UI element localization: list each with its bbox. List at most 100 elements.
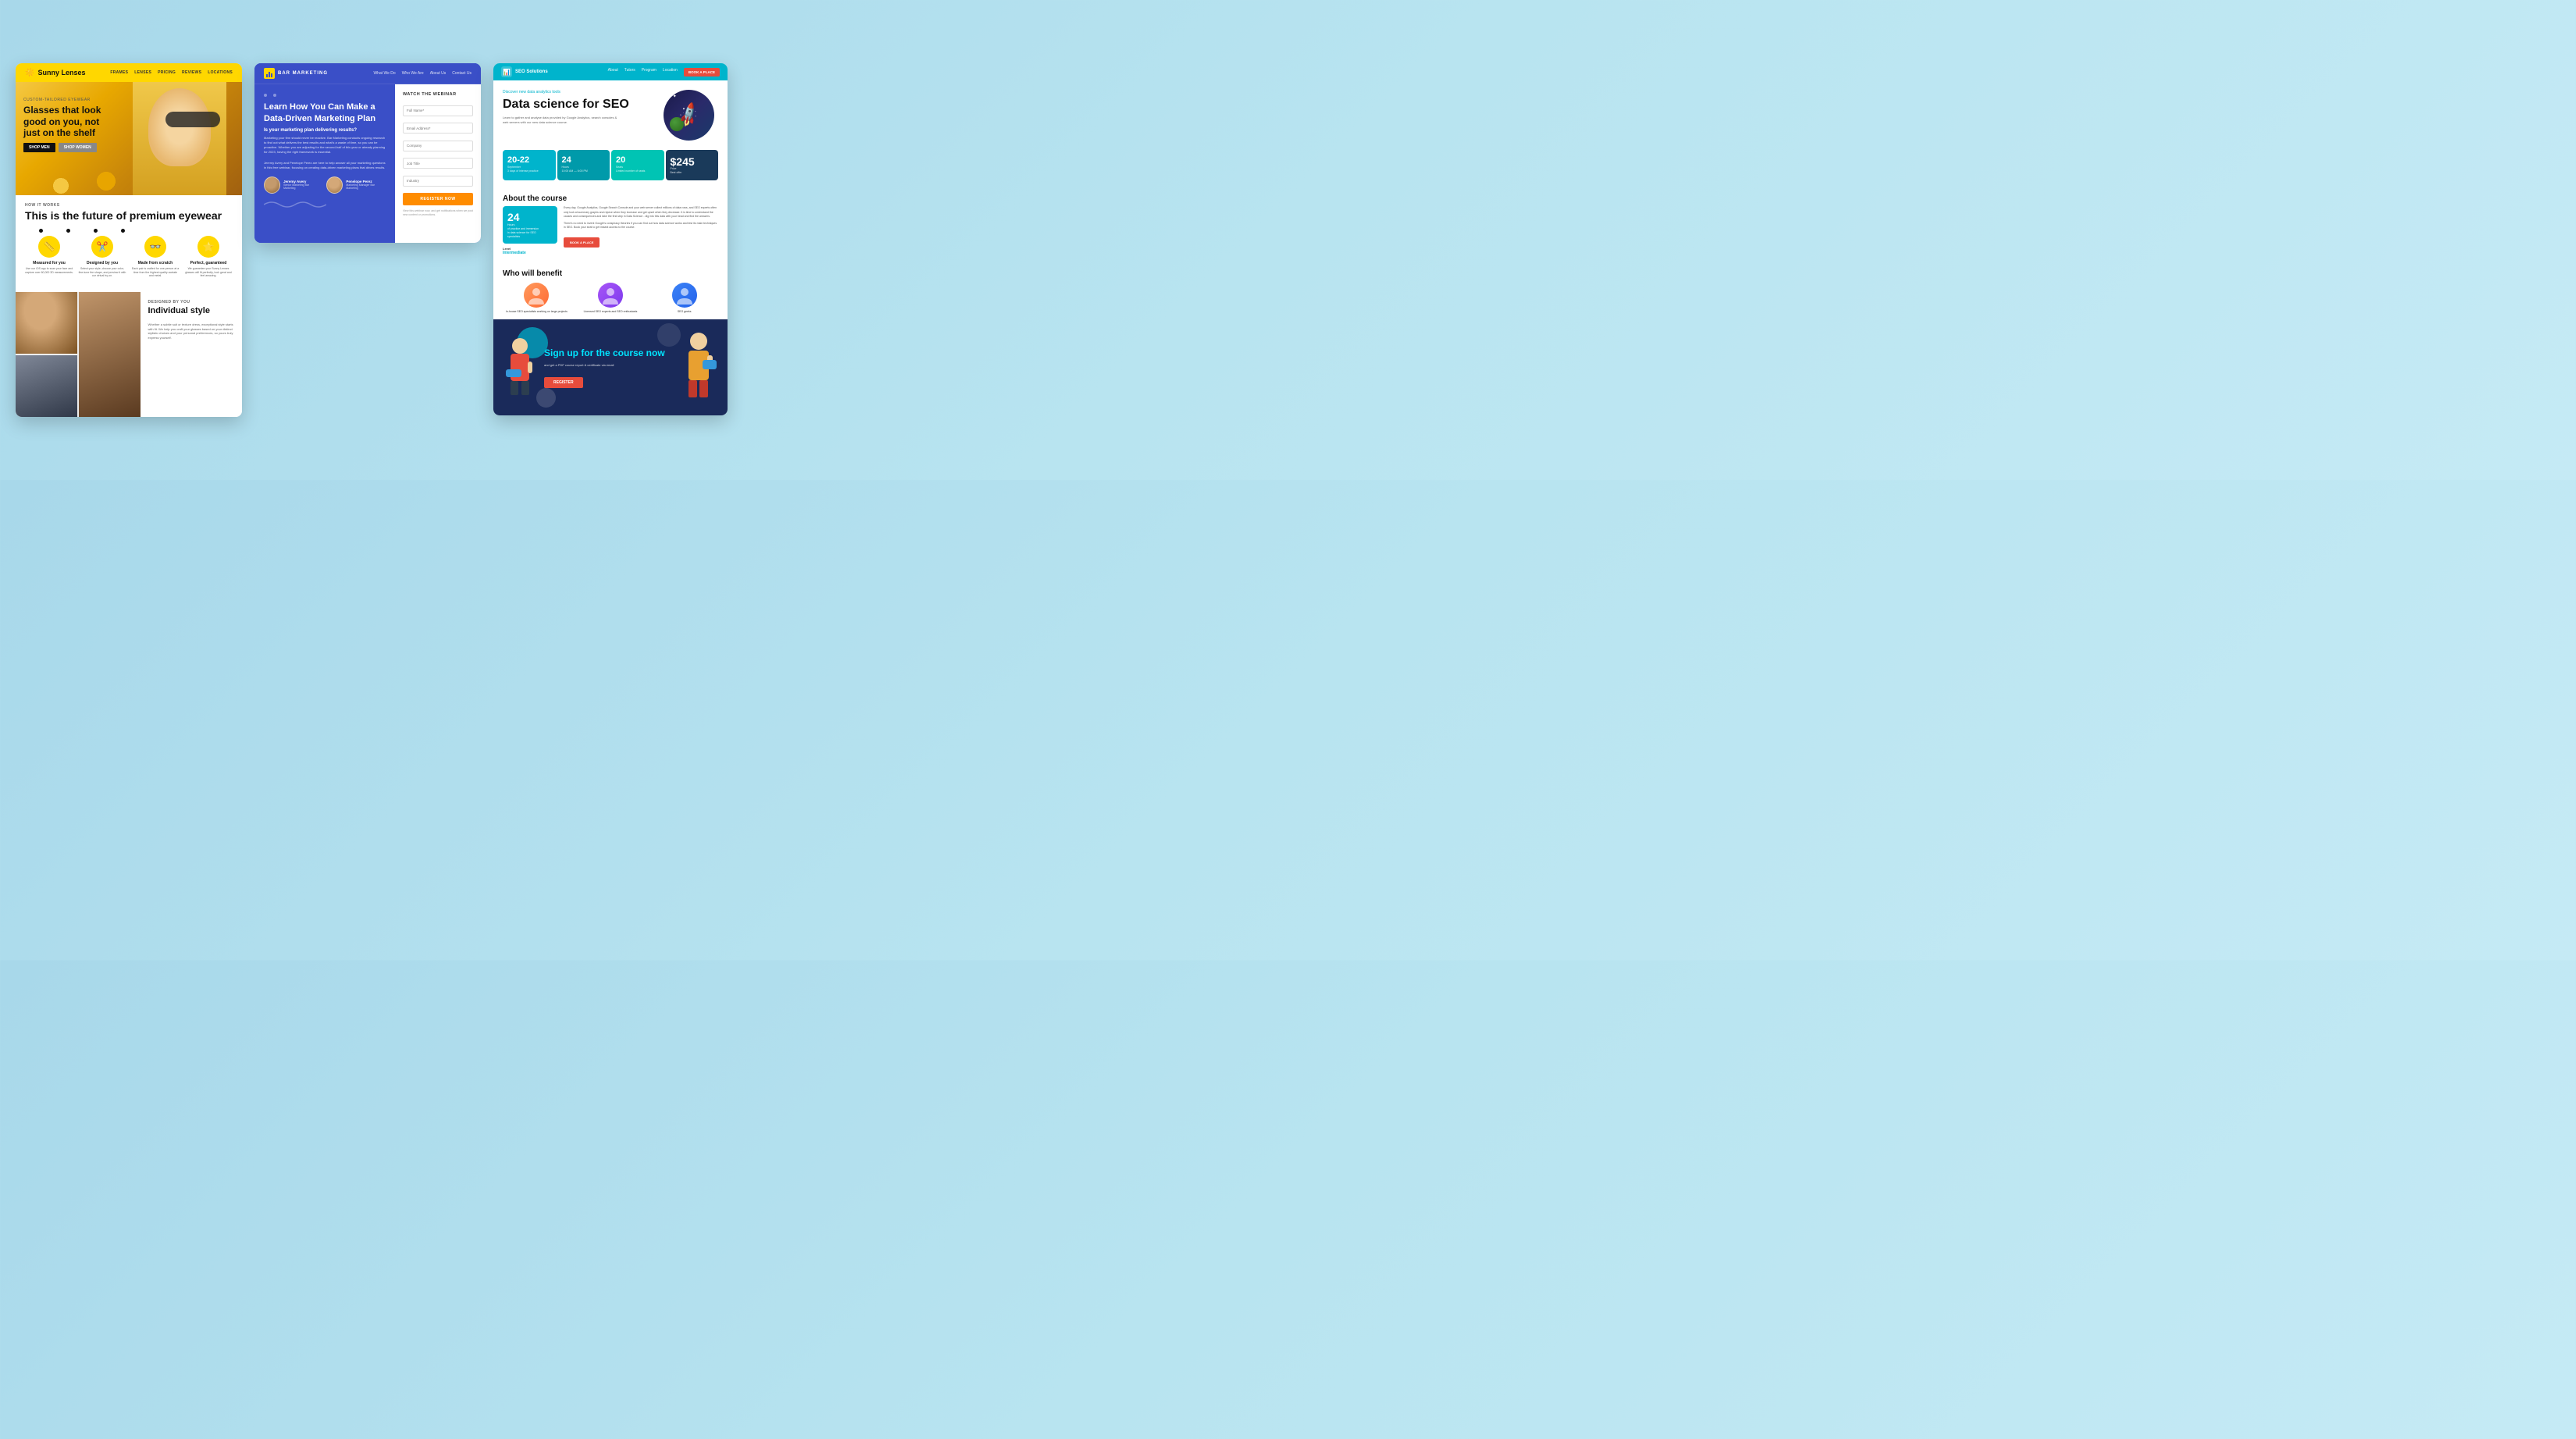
bm-nav-about[interactable]: About Us [430, 71, 447, 76]
sl-hero-text: CUSTOM-TAILORED EYEWEAR Glasses that loo… [23, 98, 117, 152]
benefit-item-2: Licensed SEO experts and SEO enthusiasts [577, 283, 645, 314]
sl-photo-grid [16, 292, 141, 417]
email-input[interactable] [403, 123, 473, 134]
sl-hero-subtitle: CUSTOM-TAILORED EYEWEAR [23, 98, 117, 102]
seo-hours-num: 24 [507, 211, 553, 223]
seo-navbar: 📊 SEO Solutions About Tutors Program Loc… [493, 63, 728, 80]
photo-1 [16, 292, 77, 354]
shop-women-button[interactable]: SHOP WOMEN [59, 143, 97, 152]
guaranteed-icon: ⭐ [197, 236, 219, 258]
sl-hero: CUSTOM-TAILORED EYEWEAR Glasses that loo… [16, 82, 242, 195]
seo-hero: Discover new data analytics tools Data s… [493, 80, 728, 150]
bm-nav-contact[interactable]: Contact Us [452, 71, 471, 76]
seo-about-left: 24 Hoursof practice and immersionin data… [503, 206, 557, 255]
sl-logo: ☀️ Sunny Lenses [25, 69, 85, 77]
seo-about-course: About the course 24 Hoursof practice and… [493, 187, 728, 263]
register-now-button[interactable]: REGISTER NOW [403, 193, 473, 205]
benefit-label-2: Licensed SEO experts and SEO enthusiasts [577, 310, 645, 314]
bm-logo-icon [264, 68, 275, 79]
seo-logo-icon: 📊 [501, 66, 512, 77]
bm-dots-decoration [264, 94, 386, 97]
scratch-icon: 👓 [144, 236, 166, 258]
bm-title: Learn How You Can Make a Data-Driven Mar… [264, 102, 386, 124]
bm-wave-decoration [264, 198, 386, 214]
seo-hero-right: 🚀 ✦ ✦ [664, 90, 718, 141]
signup-circle-2 [536, 388, 556, 408]
seo-benefit-items: In-house SEO specialists working on larg… [503, 283, 718, 314]
sl-nav-locations[interactable]: LOCATIONS [208, 70, 233, 75]
seo-who-benefits: Who will benefit In-house SEO specialist… [493, 263, 728, 320]
presenter1-title: Senior Marketing Bar Marketing [283, 183, 320, 190]
sl-nav-links: FRAMES LENSES PRICING REVIEWS LOCATIONS [110, 70, 233, 75]
sl-navbar: ☀️ Sunny Lenses FRAMES LENSES PRICING RE… [16, 63, 242, 82]
feature-designed-title: Designed by you [78, 261, 126, 265]
bm-presenter-2: Penelope Perez Marketing Manager Bar Mar… [326, 176, 386, 194]
measured-icon: 📏 [38, 236, 60, 258]
fullname-input[interactable] [403, 105, 473, 116]
bm-nav-who[interactable]: Who We Are [402, 71, 424, 76]
sl-hero-buttons: SHOP MEN SHOP WOMEN [23, 143, 117, 152]
sl-nav-reviews[interactable]: REVIEWS [182, 70, 201, 75]
dot-3 [94, 229, 98, 233]
seo-level-value: Intermediate [503, 251, 557, 255]
seo-book-a-place-nav-button[interactable]: BOOK A PLACE [684, 68, 720, 77]
dot-4 [121, 229, 125, 233]
sl-how-it-works: HOW IT WORKS This is the future of premi… [16, 195, 242, 291]
sl-how-title: This is the future of premium eyewear [25, 209, 233, 223]
bm-presenter-1: Jeremy Avery Senior Marketing Bar Market… [264, 176, 320, 194]
feature-measured: 📏 Measured for you Use our iOS app to sc… [25, 236, 73, 278]
sl-features: 📏 Measured for you Use our iOS app to sc… [25, 236, 233, 278]
shop-men-button[interactable]: SHOP MEN [23, 143, 55, 152]
feature-designed: ✂️ Designed by you Select your style, ch… [78, 236, 126, 278]
benefit-icon-geeks [672, 283, 697, 308]
seo-signup-desc: and get a PDF course report & certificat… [544, 363, 673, 367]
signup-person-left [503, 334, 538, 401]
feature-guaranteed-title: Perfect, guaranteed [184, 261, 233, 265]
seo-hours-label: Hoursof practice and immersionin data sc… [507, 223, 553, 239]
bm-form: WATCH THE WEBINAR REGISTER NOW View this… [395, 84, 481, 242]
seo-benefit-title: Who will benefit [503, 269, 718, 278]
bm-nav-what[interactable]: What We Do [373, 71, 395, 76]
seo-logo: 📊 SEO Solutions [501, 66, 548, 77]
seo-nav-program[interactable]: Program [642, 68, 656, 77]
bm-desc: Marketing your firm should never be reac… [264, 136, 386, 155]
presenter2-avatar [326, 176, 343, 194]
feature-scratch-title: Made from scratch [131, 261, 180, 265]
sl-nav-pricing[interactable]: PRICING [158, 70, 176, 75]
feature-scratch: 👓 Made from scratch Each pair is crafted… [131, 236, 180, 278]
seo-hero-left: Discover new data analytics tools Data s… [503, 90, 657, 125]
feature-measured-desc: Use our iOS app to scan your face and ca… [25, 267, 73, 274]
jobtitle-input[interactable] [403, 158, 473, 169]
seo-solutions-card: 📊 SEO Solutions About Tutors Program Loc… [493, 63, 728, 415]
bm-brand-name: BAR MARKETING [278, 71, 328, 76]
seo-about-desc-1: Every day, Google Analytics, Google Sear… [564, 206, 718, 219]
seo-nav-location[interactable]: Location [663, 68, 678, 77]
sl-nav-lenses[interactable]: LENSES [134, 70, 151, 75]
seo-about-inner: 24 Hoursof practice and immersionin data… [503, 206, 718, 255]
seo-hours-box: 24 Hoursof practice and immersionin data… [503, 206, 557, 244]
benefit-item-3: SEO geeks [650, 283, 718, 314]
sl-designed-label: DESIGNED BY YOU [148, 300, 235, 305]
sl-individual-style: DESIGNED BY YOU Individual style Whether… [141, 292, 243, 417]
bm-content: Learn How You Can Make a Data-Driven Mar… [254, 84, 395, 242]
sl-hero-title: Glasses that look good on you, not just … [23, 105, 117, 138]
screenshots-container: ☀️ Sunny Lenses FRAMES LENSES PRICING RE… [16, 63, 843, 416]
bm-navbar: BAR MARKETING What We Do Who We Are Abou… [254, 63, 481, 84]
seo-nav-about[interactable]: About [608, 68, 618, 77]
sl-individual-desc: Whether a subtle suit or texture dress, … [148, 322, 235, 340]
sun-icon: ☀️ [25, 69, 34, 77]
industry-input[interactable] [403, 176, 473, 187]
sl-nav-frames[interactable]: FRAMES [110, 70, 128, 75]
company-input[interactable] [403, 141, 473, 151]
seo-book-place-button[interactable]: BOOK A PLACE [564, 237, 600, 248]
bm-body: Learn How You Can Make a Data-Driven Mar… [254, 84, 481, 242]
sl-bottom-section: DESIGNED BY YOU Individual style Whether… [16, 292, 242, 417]
bm-logo: BAR MARKETING [264, 68, 328, 79]
seo-register-button[interactable]: REGISTER [544, 377, 583, 388]
seo-nav-tutors[interactable]: Tutors [624, 68, 635, 77]
seo-hero-desc: Learn to gather and analyse data provide… [503, 116, 620, 125]
presenter2-info: Penelope Perez Marketing Manager Bar Mar… [346, 180, 386, 190]
stars-icon: ✦ ✦ [667, 94, 677, 99]
photo-2 [79, 292, 141, 417]
bm-bottom-wave [403, 223, 473, 235]
